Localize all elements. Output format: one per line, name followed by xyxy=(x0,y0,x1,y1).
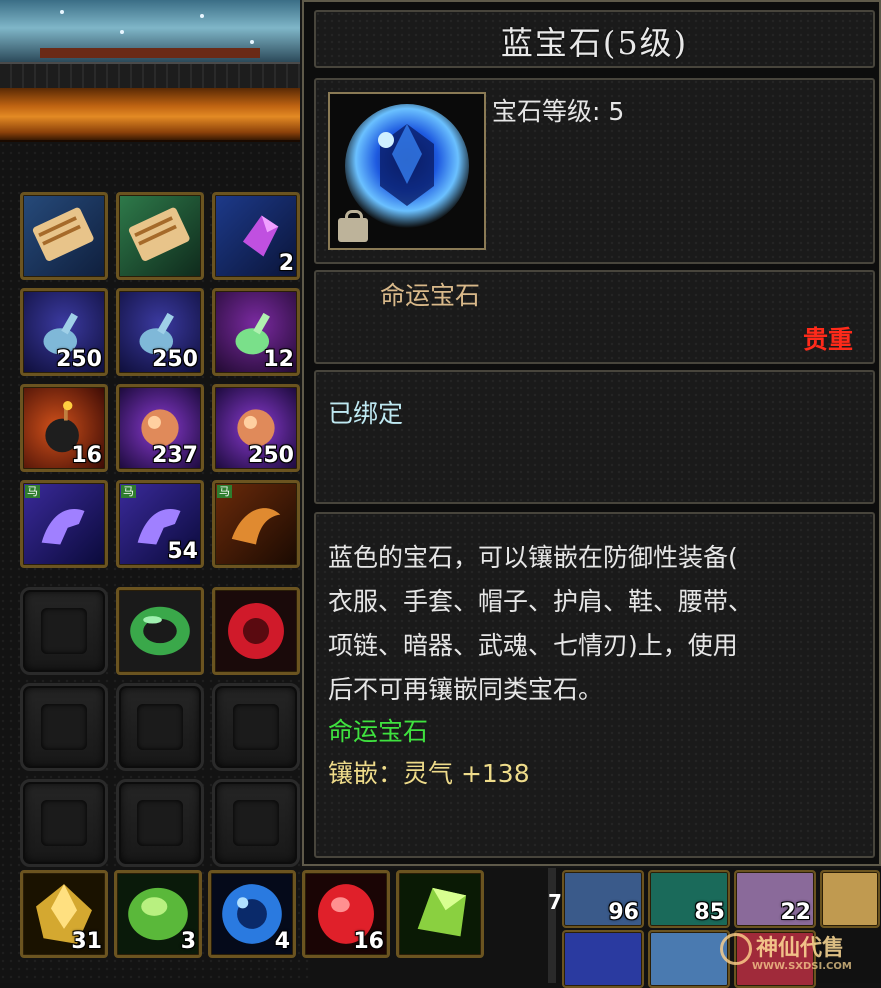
window-frame-bar xyxy=(0,62,310,90)
site-watermark: 神仙代售 WWW.SXDSI.COM xyxy=(720,930,880,980)
description-line: 衣服、手套、帽子、护肩、鞋、腰带、 xyxy=(328,587,754,616)
inventory-slot[interactable]: 250 xyxy=(116,288,204,376)
item-count: 3 xyxy=(180,929,196,954)
horse-card-icon xyxy=(41,509,85,545)
inventory-slot[interactable]: 31 xyxy=(20,870,108,958)
item-count: 54 xyxy=(167,539,198,564)
inventory-slot[interactable] xyxy=(20,192,108,280)
scrollbar[interactable] xyxy=(548,868,556,983)
item-count: 85 xyxy=(694,900,725,925)
watermark-text: 神仙代售 xyxy=(756,936,845,961)
inventory-slot[interactable]: 250 xyxy=(212,384,300,472)
item-count: 250 xyxy=(248,443,294,468)
bind-status: 已绑定 xyxy=(328,399,404,428)
empty-slot[interactable] xyxy=(212,683,300,771)
item-count: 12 xyxy=(263,347,294,372)
inventory-slot[interactable]: 85 xyxy=(648,870,730,928)
item-count: 22 xyxy=(780,900,811,925)
inlay-effect: 镶嵌：灵气 +138 xyxy=(328,759,530,788)
gem-row: 31 3 4 16 xyxy=(20,870,484,958)
red-gem-icon xyxy=(228,603,284,659)
tooltip-bind-section: 已绑定 xyxy=(314,370,875,504)
scroll-icon xyxy=(128,207,190,262)
tooltip-title-bar: 蓝宝石(5级) xyxy=(314,10,875,68)
inventory-slot[interactable] xyxy=(212,587,300,675)
empty-slot[interactable] xyxy=(116,779,204,867)
inventory-grid: 2 250 250 12 16 237 250 马 马 54 马 xyxy=(20,192,300,568)
item-tooltip: 蓝宝石(5级) 宝石等级: 5 命运宝石 贵重 已绑定 蓝色的宝石，可以镶嵌在防… xyxy=(302,0,881,866)
item-count: 31 xyxy=(71,929,102,954)
empty-slot[interactable] xyxy=(20,779,108,867)
inventory-slot[interactable]: 2 xyxy=(212,192,300,280)
empty-slot[interactable] xyxy=(20,587,108,675)
item-count: 237 xyxy=(152,443,198,468)
item-count: 7 xyxy=(548,890,562,914)
inventory-panel: 2 250 250 12 16 237 250 马 马 54 马 xyxy=(0,142,310,983)
inventory-slot[interactable]: 22 xyxy=(734,870,816,928)
inventory-slot[interactable]: 马 54 xyxy=(116,480,204,568)
inventory-slot[interactable] xyxy=(396,870,484,958)
inventory-slot[interactable]: 96 xyxy=(562,870,644,928)
socket-grid xyxy=(20,587,300,867)
inventory-slot[interactable]: 250 xyxy=(20,288,108,376)
scroll-icon xyxy=(32,207,94,262)
game-scene-strip xyxy=(0,0,310,62)
empty-slot[interactable] xyxy=(116,683,204,771)
description-line: 项链、暗器、武魂、七情刃)上，使用 xyxy=(328,631,738,660)
item-category: 命运宝石 xyxy=(380,281,481,310)
tooltip-description-section: 蓝色的宝石，可以镶嵌在防御性装备( 衣服、手套、帽子、护肩、鞋、腰带、 项链、暗… xyxy=(314,512,875,858)
item-count: 16 xyxy=(353,929,384,954)
inventory-slot[interactable]: 12 xyxy=(212,288,300,376)
item-title: 蓝宝石(5级) xyxy=(500,24,689,62)
tooltip-header-section: 宝石等级: 5 xyxy=(314,78,875,264)
jade-bracelet-icon xyxy=(130,606,190,656)
inventory-slot[interactable]: 3 xyxy=(114,870,202,958)
inventory-slot[interactable]: 237 xyxy=(116,384,204,472)
inventory-slot[interactable]: 16 xyxy=(302,870,390,958)
inventory-slot[interactable] xyxy=(648,930,730,988)
empty-slot[interactable] xyxy=(20,683,108,771)
phoenix-card-icon xyxy=(231,508,281,545)
gem-level: 宝石等级: 5 xyxy=(492,97,625,126)
item-icon-frame xyxy=(328,92,486,250)
inventory-slot[interactable] xyxy=(116,192,204,280)
empty-slot[interactable] xyxy=(212,779,300,867)
inventory-slot[interactable] xyxy=(820,870,880,928)
description-line: 后不可再镶嵌同类宝石。 xyxy=(328,675,604,704)
item-count: 4 xyxy=(274,929,290,954)
item-count: 250 xyxy=(152,347,198,372)
item-count: 2 xyxy=(278,251,294,276)
bound-lock-icon xyxy=(338,210,368,242)
inventory-slot[interactable]: 4 xyxy=(208,870,296,958)
description-line: 蓝色的宝石，可以镶嵌在防御性装备( xyxy=(328,543,738,572)
bag-header-bar[interactable] xyxy=(0,88,305,142)
item-count: 96 xyxy=(608,900,639,925)
rarity-label: 贵重 xyxy=(802,325,853,354)
inventory-slot[interactable]: 马 xyxy=(212,480,300,568)
peridot-gem-icon xyxy=(417,887,467,937)
inventory-slot[interactable]: 16 xyxy=(20,384,108,472)
item-count: 16 xyxy=(71,443,102,468)
watermark-logo-icon xyxy=(720,933,752,965)
inventory-slot[interactable] xyxy=(116,587,204,675)
inventory-slot[interactable] xyxy=(562,930,644,988)
effect-category: 命运宝石 xyxy=(328,717,429,746)
inventory-slot[interactable]: 马 xyxy=(20,480,108,568)
item-count: 250 xyxy=(56,347,102,372)
tooltip-category-section: 命运宝石 贵重 xyxy=(314,270,875,364)
